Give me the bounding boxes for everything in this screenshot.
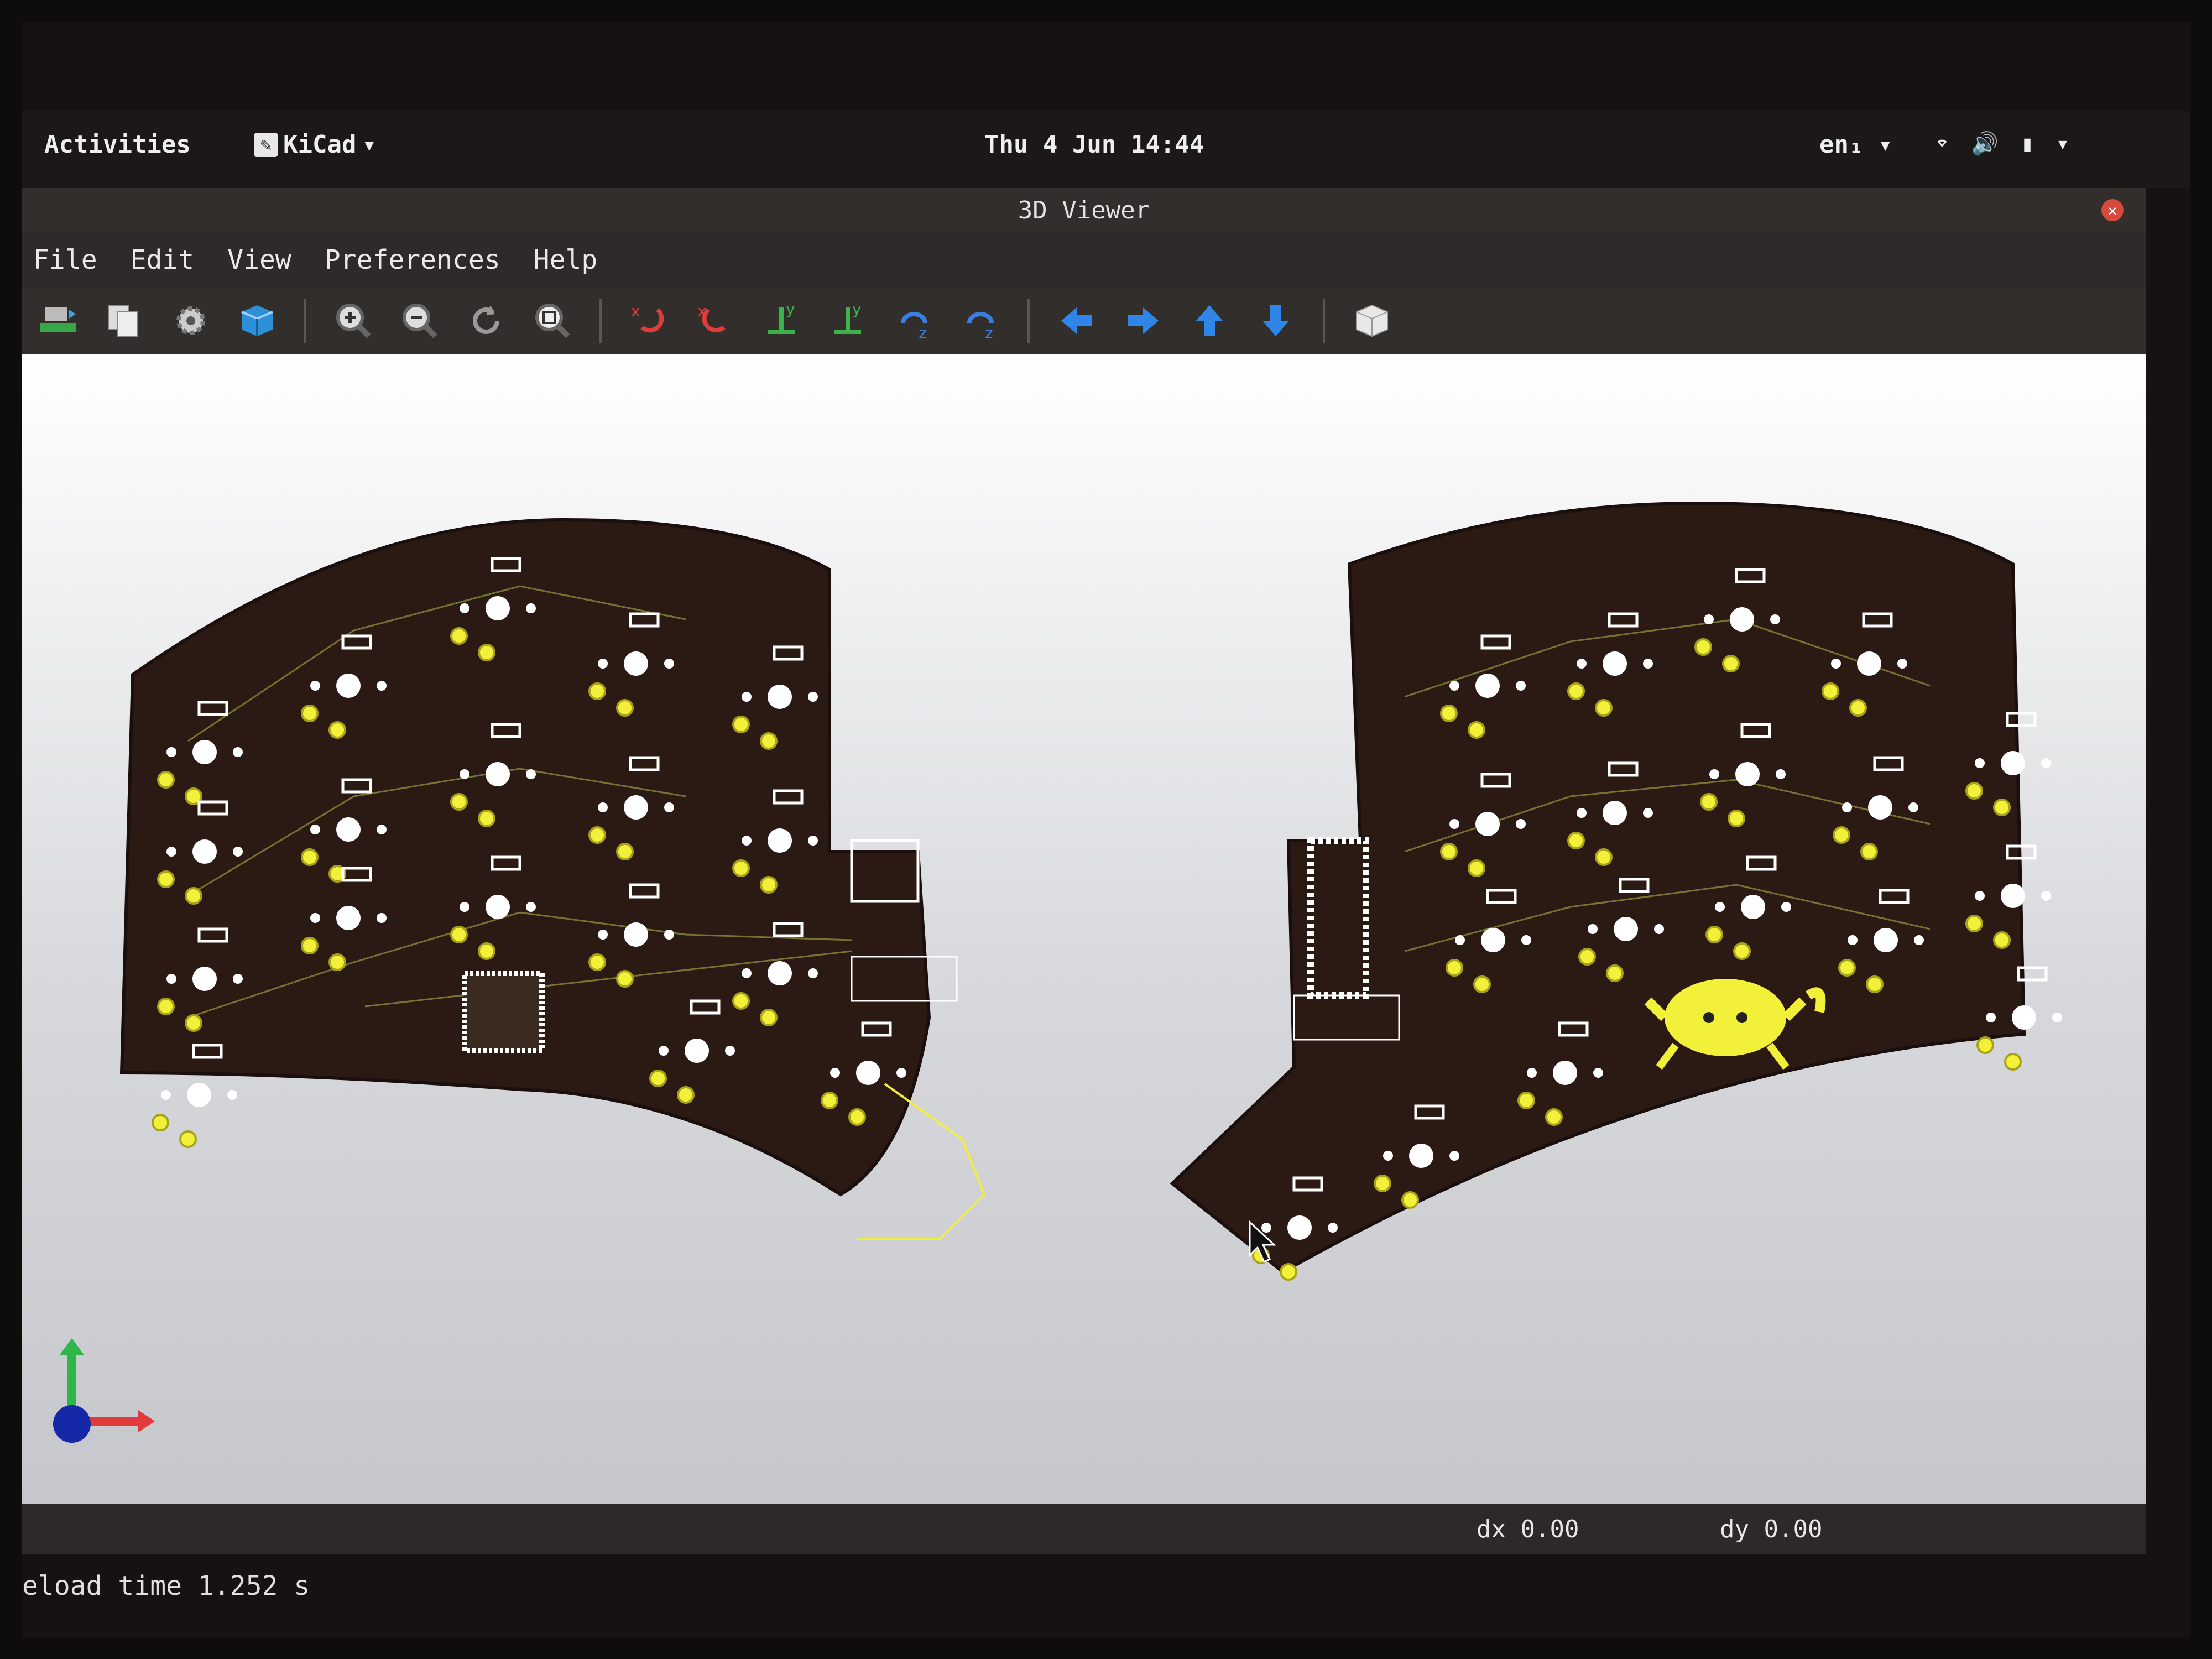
rotate-z-icon: z: [967, 312, 994, 342]
pcb-render: [119, 501, 2062, 1281]
3d-canvas[interactable]: [22, 354, 2146, 1504]
chevron-down-icon: ▾: [2056, 131, 2070, 156]
arrow-down-icon: [1262, 305, 1289, 336]
rotate-x-icon: x: [697, 302, 726, 333]
zoom-fit-icon: [535, 304, 570, 338]
ortho-cube-icon: [1356, 304, 1388, 337]
language-label: en₁: [1819, 131, 1864, 159]
redraw-icon: [473, 305, 499, 334]
menu-help[interactable]: Help: [534, 244, 598, 275]
close-button[interactable]: ✕: [2101, 199, 2124, 221]
kicad-app-icon: ✎: [254, 132, 278, 157]
status-dx: dx 0.00: [1477, 1515, 1579, 1543]
toolbar: x x y y z z: [22, 288, 2146, 354]
menu-preferences[interactable]: Preferences: [325, 244, 500, 275]
reload-time: eload time 1.252 s: [22, 1571, 310, 1601]
arrow-up-icon: [1196, 305, 1223, 336]
svg-text:z: z: [985, 324, 993, 342]
zoom-fit-button[interactable]: [528, 296, 577, 346]
copy-icon: [108, 305, 138, 337]
menu-bar: File Edit View Preferences Help: [22, 232, 2146, 288]
pcb-left-half: [119, 518, 931, 1197]
toolbar-separator: [1027, 299, 1030, 343]
cube-icon: [241, 305, 273, 336]
svg-text:x: x: [631, 302, 640, 320]
raytracing-button[interactable]: [232, 296, 282, 346]
rotate-y-icon: y: [834, 300, 862, 334]
render-settings-button[interactable]: [166, 296, 216, 346]
redraw-button[interactable]: [461, 296, 511, 346]
rotate-z-icon: z: [901, 312, 927, 342]
zoom-out-icon: [403, 304, 437, 338]
rotate-y-ccw-button[interactable]: y: [823, 296, 873, 346]
menu-file[interactable]: File: [33, 244, 97, 275]
language-indicator[interactable]: en₁ ▾: [1819, 131, 1892, 159]
zoom-in-button[interactable]: [328, 296, 378, 346]
arrow-left-icon: [1061, 307, 1092, 334]
viewer-window: 3D Viewer ✕ File Edit View Preferences H…: [22, 188, 2146, 1554]
reload-board-button[interactable]: [33, 296, 83, 346]
reload-board-icon: [40, 307, 76, 332]
chevron-down-icon: ▾: [1877, 131, 1893, 159]
menu-edit[interactable]: Edit: [131, 244, 195, 275]
toolbar-separator: [599, 299, 602, 343]
menu-view[interactable]: View: [227, 244, 291, 275]
pcb-right-half: [1170, 501, 2026, 1274]
svg-text:z: z: [919, 324, 927, 342]
activities-button[interactable]: Activities: [44, 131, 191, 159]
rotate-x-cw-button[interactable]: x: [624, 296, 674, 346]
pan-down-button[interactable]: [1251, 296, 1301, 346]
zoom-in-icon: [336, 304, 371, 338]
pan-right-button[interactable]: [1118, 296, 1168, 346]
app-name: KiCad: [283, 131, 357, 159]
toolbar-separator: [304, 299, 306, 343]
volume-icon: 🔊: [1971, 131, 1999, 156]
axis-gizmo: [53, 1338, 155, 1443]
view-orthogonal-button[interactable]: [1347, 296, 1397, 346]
toolbar-separator: [1323, 299, 1325, 343]
pan-left-button[interactable]: [1052, 296, 1102, 346]
gear-icon: [176, 306, 205, 335]
app-menu[interactable]: ✎ KiCad ▾: [254, 131, 377, 159]
rotate-z-ccw-button[interactable]: z: [956, 296, 1005, 346]
close-icon: ✕: [2107, 201, 2117, 220]
status-bar: dx 0.00 dy 0.00: [22, 1504, 2146, 1554]
arrow-right-icon: [1128, 307, 1159, 334]
svg-text:y: y: [852, 300, 862, 318]
system-tray[interactable]: ⌔ 🔊 ▮ ▾: [1936, 131, 2070, 157]
copy-image-button[interactable]: [100, 296, 149, 346]
wifi-icon: ⌔: [1936, 131, 1949, 156]
rotate-y-icon: y: [768, 300, 795, 334]
window-title: 3D Viewer: [1018, 196, 1150, 225]
window-titlebar[interactable]: 3D Viewer ✕: [22, 188, 2146, 232]
battery-icon: ▮: [2020, 131, 2034, 156]
rotate-z-cw-button[interactable]: z: [889, 296, 939, 346]
pan-up-button[interactable]: [1185, 296, 1234, 346]
rotate-x-ccw-button[interactable]: x: [690, 296, 740, 346]
top-bar: Activities ✎ KiCad ▾ Thu 4 Jun 14:44 en₁…: [22, 111, 2190, 188]
rotate-y-cw-button[interactable]: y: [757, 296, 806, 346]
svg-text:y: y: [786, 300, 795, 318]
rotate-x-icon: x: [631, 302, 664, 333]
status-dy: dy 0.00: [1720, 1515, 1823, 1543]
zoom-out-button[interactable]: [395, 296, 445, 346]
laptop-screen: Activities ✎ KiCad ▾ Thu 4 Jun 14:44 en₁…: [22, 22, 2190, 1637]
clock[interactable]: Thu 4 Jun 14:44: [984, 131, 1204, 159]
chevron-down-icon: ▾: [362, 131, 377, 159]
microcontroller-chip: [462, 971, 545, 1053]
